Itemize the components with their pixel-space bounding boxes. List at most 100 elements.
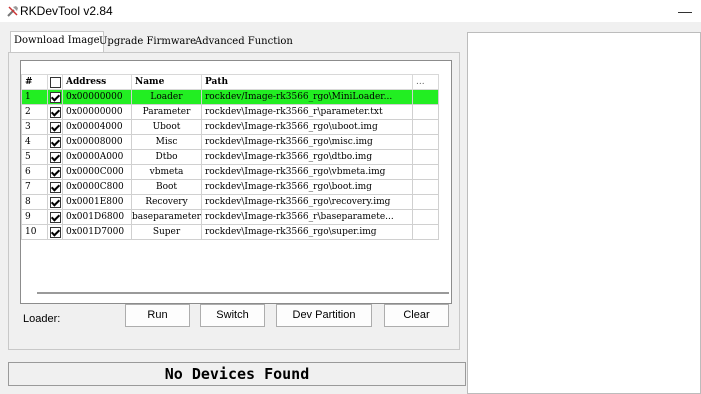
table-row[interactable]: 5 0x0000A000 Dtbo rockdev\Image-rk3566_rgo\… — [21, 149, 439, 165]
row-address: 0x00004000 — [62, 119, 132, 135]
row-address: 0x0001E800 — [62, 194, 132, 210]
row-name: Uboot — [131, 119, 202, 135]
row-name: Super — [131, 224, 202, 240]
row-extra — [411, 179, 439, 195]
row-path[interactable]: rockdev\Image-rk3566_rgo\boot.img — [200, 179, 413, 195]
row-extra — [411, 104, 439, 120]
row-extra — [411, 149, 439, 165]
row-checkbox[interactable] — [47, 134, 63, 150]
row-path[interactable]: rockdev/Image-rk3566_rgo\MiniLoader... — [200, 89, 413, 105]
row-address: 0x001D7000 — [62, 224, 132, 240]
table-row[interactable]: 3 0x00004000 Uboot rockdev\Image-rk3566_rgo… — [21, 119, 439, 135]
row-name: vbmeta — [131, 164, 202, 180]
app-icon — [7, 6, 18, 17]
horizontal-scrollbar[interactable] — [37, 292, 449, 294]
row-checkbox[interactable] — [47, 194, 63, 210]
checkbox-icon[interactable] — [49, 166, 61, 178]
row-num: 7 — [21, 179, 48, 195]
row-extra — [411, 164, 439, 180]
row-checkbox[interactable] — [47, 89, 63, 105]
tab-download-image[interactable]: Download Image — [10, 31, 104, 52]
row-address: 0x0000C800 — [62, 179, 132, 195]
row-extra — [411, 224, 439, 240]
row-path[interactable]: rockdev\Image-rk3566_r\parameter.txt — [200, 104, 413, 120]
log-output-panel — [467, 32, 701, 394]
status-bar: No Devices Found — [8, 362, 466, 386]
row-name: Recovery — [131, 194, 202, 210]
header-extra[interactable]: ... — [411, 74, 439, 90]
row-checkbox[interactable] — [47, 149, 63, 165]
row-checkbox[interactable] — [47, 209, 63, 225]
dev-partition-button[interactable]: Dev Partition — [276, 304, 372, 327]
grid-header-row: # Address Name Path ... — [21, 74, 439, 90]
row-extra — [411, 209, 439, 225]
header-num: # — [21, 74, 48, 90]
clear-button[interactable]: Clear — [384, 304, 449, 327]
row-num: 8 — [21, 194, 48, 210]
checkbox-icon[interactable] — [49, 91, 61, 103]
checkbox-icon[interactable] — [49, 196, 61, 208]
row-address: 0x00000000 — [62, 89, 132, 105]
row-path[interactable]: rockdev\Image-rk3566_rgo\recovery.img — [200, 194, 413, 210]
tab-advanced-function[interactable]: Advanced Function — [192, 33, 296, 51]
table-row[interactable]: 9 0x001D6800 baseparameter rockdev\Image-rk… — [21, 209, 439, 225]
row-extra — [411, 89, 439, 105]
row-checkbox[interactable] — [47, 224, 63, 240]
table-row[interactable]: 6 0x0000C000 vbmeta rockdev\Image-rk3566_rg… — [21, 164, 439, 180]
row-address: 0x0000A000 — [62, 149, 132, 165]
tab-upgrade-firmware[interactable]: Upgrade Firmware — [96, 33, 199, 51]
row-address: 0x00008000 — [62, 134, 132, 150]
row-extra — [411, 134, 439, 150]
row-address: 0x0000C000 — [62, 164, 132, 180]
row-num: 10 — [21, 224, 48, 240]
row-checkbox[interactable] — [47, 164, 63, 180]
row-path[interactable]: rockdev\Image-rk3566_rgo\uboot.img — [200, 119, 413, 135]
row-checkbox[interactable] — [47, 119, 63, 135]
row-extra — [411, 194, 439, 210]
checkbox-icon[interactable] — [49, 226, 61, 238]
row-num: 9 — [21, 209, 48, 225]
row-path[interactable]: rockdev\Image-rk3566_rgo\vbmeta.img — [200, 164, 413, 180]
switch-button[interactable]: Switch — [200, 304, 265, 327]
checkbox-icon[interactable] — [49, 136, 61, 148]
row-num: 5 — [21, 149, 48, 165]
row-num: 1 — [21, 89, 48, 105]
row-num: 4 — [21, 134, 48, 150]
table-row[interactable]: 4 0x00008000 Misc rockdev\Image-rk3566_rgo\… — [21, 134, 439, 150]
checkbox-icon[interactable] — [49, 211, 61, 223]
row-num: 2 — [21, 104, 48, 120]
row-name: Boot — [131, 179, 202, 195]
row-address: 0x001D6800 — [62, 209, 132, 225]
row-name: Parameter — [131, 104, 202, 120]
row-num: 3 — [21, 119, 48, 135]
row-path[interactable]: rockdev\Image-rk3566_rgo\misc.img — [200, 134, 413, 150]
header-name: Name — [131, 74, 202, 90]
checkbox-icon[interactable] — [49, 76, 61, 88]
table-row[interactable]: 10 0x001D7000 Super rockdev\Image-rk3566_rg… — [21, 224, 439, 240]
row-checkbox[interactable] — [47, 179, 63, 195]
minimize-button[interactable]: — — [675, 0, 695, 22]
header-address: Address — [62, 74, 132, 90]
row-checkbox[interactable] — [47, 104, 63, 120]
row-name: Loader — [131, 89, 202, 105]
row-path[interactable]: rockdev\Image-rk3566_r\baseparamete... — [200, 209, 413, 225]
checkbox-icon[interactable] — [49, 181, 61, 193]
checkbox-icon[interactable] — [49, 151, 61, 163]
row-name: Dtbo — [131, 149, 202, 165]
row-path[interactable]: rockdev\Image-rk3566_rgo\super.img — [200, 224, 413, 240]
header-select-all-checkbox[interactable] — [47, 74, 63, 90]
header-path: Path — [200, 74, 413, 90]
table-row[interactable]: 2 0x00000000 Parameter rockdev\Image-rk3566… — [21, 104, 439, 120]
row-name: Misc — [131, 134, 202, 150]
table-row[interactable]: 7 0x0000C800 Boot rockdev\Image-rk3566_rgo\… — [21, 179, 439, 195]
row-extra — [411, 119, 439, 135]
row-path[interactable]: rockdev\Image-rk3566_rgo\dtbo.img — [200, 149, 413, 165]
checkbox-icon[interactable] — [49, 106, 61, 118]
row-num: 6 — [21, 164, 48, 180]
window-title: RKDevTool v2.84 — [20, 4, 113, 18]
table-row[interactable]: 8 0x0001E800 Recovery rockdev\Image-rk3566_… — [21, 194, 439, 210]
run-button[interactable]: Run — [125, 304, 190, 327]
table-row[interactable]: 1 0x00000000 Loader rockdev/Image-rk3566_rg… — [21, 89, 439, 105]
checkbox-icon[interactable] — [49, 121, 61, 133]
image-grid: # Address Name Path ... 1 0x00000000 Loade… — [21, 74, 439, 240]
